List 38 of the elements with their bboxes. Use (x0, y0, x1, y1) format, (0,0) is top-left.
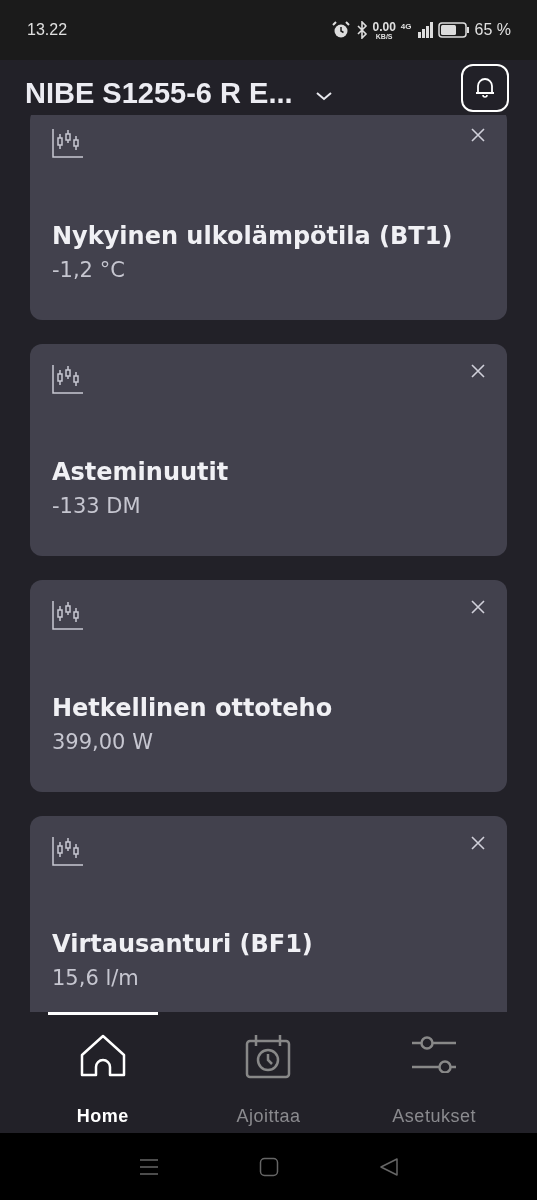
sensor-name: Hetkellinen ottoteho (52, 694, 334, 722)
close-icon[interactable] (471, 364, 485, 378)
sensor-name: Asteminuutit (52, 458, 230, 486)
notifications-button[interactable] (461, 63, 509, 112)
sensor-card[interactable]: Hetkellinen ottoteho 399,00 W (30, 580, 507, 792)
status-time: 13.22 (27, 21, 68, 39)
sensor-value: -133 DM (52, 494, 142, 518)
candlestick-chart-icon[interactable] (52, 836, 84, 866)
sensor-value: 15,6 l/m (52, 966, 140, 990)
close-icon[interactable] (471, 600, 485, 614)
network-type: 4G (400, 22, 412, 31)
calendar-clock-icon (245, 1033, 292, 1079)
alarm-icon (330, 20, 351, 40)
back-icon[interactable] (378, 1156, 399, 1177)
battery-icon (437, 22, 470, 38)
sensor-value: 399,00 W (52, 730, 154, 754)
sliders-icon (410, 1033, 459, 1073)
home-icon (78, 1033, 127, 1079)
close-icon[interactable] (471, 128, 485, 142)
nav-tab[interactable]: Asetukset (379, 1012, 490, 1133)
nav-tab[interactable]: Ajoittaa (213, 1012, 324, 1133)
candlestick-chart-icon[interactable] (52, 600, 84, 630)
network-speed: 0.00 (372, 20, 396, 33)
bluetooth-icon (355, 21, 368, 39)
sensor-card[interactable]: Nykyinen ulkolämpötila (BT1) -1,2 °C (30, 115, 507, 320)
sensor-value: -1,2 °C (52, 258, 126, 282)
close-icon[interactable] (471, 836, 485, 850)
home-square-icon[interactable] (258, 1156, 279, 1177)
candlestick-chart-icon[interactable] (52, 128, 84, 158)
battery-percent: 65 % (474, 21, 511, 39)
sensor-card[interactable]: Asteminuutit -133 DM (30, 344, 507, 556)
signal-icon (416, 22, 433, 38)
bell-icon (474, 75, 496, 100)
sensor-name: Virtausanturi (BF1) (52, 930, 314, 958)
sensor-card[interactable]: Virtausanturi (BF1) 15,6 l/m (30, 816, 507, 1012)
sensor-name: Nykyinen ulkolämpötila (BT1) (52, 222, 454, 250)
chevron-down-icon[interactable] (314, 90, 333, 101)
candlestick-chart-icon[interactable] (52, 364, 84, 394)
